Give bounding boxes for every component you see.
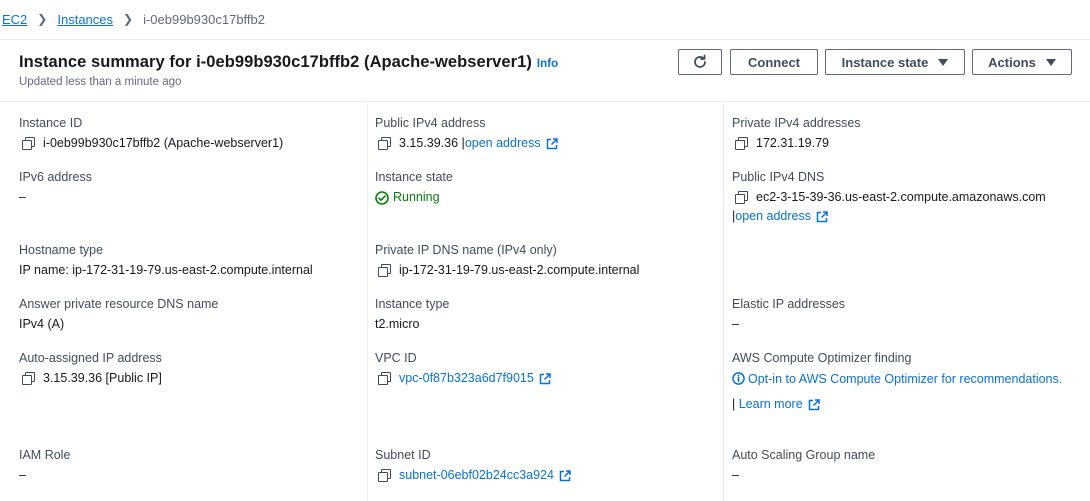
- field-public-dns: Public IPv4 DNS ec2-3-15-39-36.us-east-2…: [732, 169, 1082, 225]
- caret-down-icon: [1045, 58, 1056, 66]
- field-label: Instance state: [375, 170, 453, 184]
- external-link-icon[interactable]: [559, 469, 571, 482]
- field-label: Private IP DNS name (IPv4 only): [375, 243, 557, 257]
- asg-value: –: [732, 468, 739, 482]
- chevron-right-icon: ❯: [37, 12, 48, 26]
- connect-button[interactable]: Connect: [730, 49, 818, 75]
- open-address-link[interactable]: open address: [465, 135, 541, 152]
- refresh-icon: [694, 54, 706, 68]
- breadcrumb-ec2[interactable]: EC2: [2, 12, 27, 27]
- elastic-ip-value: –: [732, 317, 739, 331]
- copy-icon[interactable]: [735, 191, 748, 204]
- answer-dns-value: IPv4 (A): [19, 317, 65, 331]
- public-dns-value: ec2-3-15-39-36.us-east-2.compute.amazona…: [756, 190, 1046, 204]
- copy-icon[interactable]: [378, 469, 391, 482]
- compute-optimizer-link[interactable]: Opt-in to AWS Compute Optimizer for reco…: [748, 372, 1062, 386]
- field-private-ipv4: Private IPv4 addresses 172.31.19.79: [732, 115, 861, 152]
- copy-icon[interactable]: [22, 372, 35, 385]
- title-text: Instance summary for i-0eb99b930c17bffb2…: [19, 53, 532, 71]
- instance-state-label: Instance state: [841, 54, 929, 70]
- copy-icon[interactable]: [378, 137, 391, 150]
- learn-more-link[interactable]: Learn more: [739, 396, 803, 413]
- field-label: Instance ID: [19, 116, 83, 130]
- instance-type-value: t2.micro: [375, 317, 420, 331]
- details-grid: Instance ID i-0eb99b930c17bffb2 (Apache-…: [0, 103, 1090, 501]
- copy-icon[interactable]: [378, 264, 391, 277]
- field-label: Private IPv4 addresses: [732, 116, 861, 130]
- field-label: Auto Scaling Group name: [732, 448, 876, 462]
- refresh-button[interactable]: [678, 49, 722, 75]
- field-instance-state: Instance state Running: [375, 169, 453, 206]
- instance-id-value: i-0eb99b930c17bffb2 (Apache-webserver1): [43, 136, 284, 150]
- auto-ip-value: 3.15.39.36 [Public IP]: [43, 371, 162, 385]
- field-vpc-id: VPC ID vpc-0f87b323a6d7f9015: [375, 350, 551, 387]
- external-link-icon[interactable]: [539, 372, 551, 385]
- chevron-right-icon: ❯: [123, 12, 134, 26]
- field-label: Elastic IP addresses: [732, 297, 846, 311]
- breadcrumb: EC2 ❯ Instances ❯ i-0eb99b930c17bffb2: [0, 0, 1090, 38]
- private-ipv4-value: 172.31.19.79: [756, 136, 829, 150]
- field-private-dns: Private IP DNS name (IPv4 only) ip-172-3…: [375, 242, 639, 279]
- external-link-icon[interactable]: [546, 137, 558, 150]
- vpc-id-link[interactable]: vpc-0f87b323a6d7f9015: [399, 370, 534, 387]
- copy-icon[interactable]: [22, 137, 35, 150]
- field-auto-ip: Auto-assigned IP address 3.15.39.36 [Pub…: [19, 350, 162, 387]
- field-label: Public IPv4 address: [375, 116, 486, 130]
- instance-state-value: Running: [393, 190, 440, 204]
- field-compute-optimizer: AWS Compute Optimizer finding Opt-in to …: [732, 350, 1077, 413]
- external-link-icon[interactable]: [808, 398, 820, 411]
- page-title: Instance summary for i-0eb99b930c17bffb2…: [19, 53, 558, 72]
- private-dns-value: ip-172-31-19-79.us-east-2.compute.intern…: [399, 263, 640, 277]
- instance-state-button[interactable]: Instance state: [825, 49, 965, 75]
- field-instance-type: Instance type t2.micro: [375, 296, 449, 333]
- field-label: Hostname type: [19, 243, 104, 257]
- iam-role-value: –: [19, 468, 26, 482]
- info-link[interactable]: Info: [537, 58, 558, 70]
- field-label: Subnet ID: [375, 448, 431, 462]
- ipv6-value: –: [19, 190, 26, 204]
- external-link-icon[interactable]: [816, 210, 828, 223]
- field-ipv6: IPv6 address –: [19, 169, 92, 206]
- column-divider: [723, 103, 724, 501]
- field-iam-role: IAM Role –: [19, 447, 70, 484]
- check-circle-icon: [375, 190, 389, 205]
- field-instance-id: Instance ID i-0eb99b930c17bffb2 (Apache-…: [19, 115, 283, 152]
- field-label: VPC ID: [375, 351, 417, 365]
- summary-header: Instance summary for i-0eb99b930c17bffb2…: [0, 40, 1090, 102]
- actions-button[interactable]: Actions: [972, 49, 1072, 75]
- field-public-ipv4: Public IPv4 address 3.15.39.36 | open add…: [375, 115, 558, 152]
- field-elastic-ip: Elastic IP addresses –: [732, 296, 845, 333]
- instance-summary-panel: Instance summary for i-0eb99b930c17bffb2…: [0, 39, 1090, 501]
- field-label: IAM Role: [19, 448, 71, 462]
- field-hostname-type: Hostname type IP name: ip-172-31-19-79.u…: [19, 242, 313, 279]
- info-circle-icon: [732, 372, 745, 385]
- column-divider: [367, 103, 368, 501]
- breadcrumb-current: i-0eb99b930c17bffb2: [143, 11, 266, 27]
- field-subnet-id: Subnet ID subnet-06ebf02b24cc3a924: [375, 447, 571, 484]
- updated-text: Updated less than a minute ago: [19, 76, 182, 88]
- hostname-type-value: IP name: ip-172-31-19-79.us-east-2.compu…: [19, 263, 313, 277]
- caret-down-icon: [938, 58, 949, 66]
- actions-label: Actions: [988, 54, 1036, 70]
- field-auto-scaling-group: Auto Scaling Group name –: [732, 447, 875, 484]
- subnet-id-link[interactable]: subnet-06ebf02b24cc3a924: [399, 467, 554, 484]
- field-label: Public IPv4 DNS: [732, 170, 825, 184]
- connect-label: Connect: [748, 54, 800, 70]
- open-address-link[interactable]: open address: [735, 208, 811, 225]
- field-label: Auto-assigned IP address: [19, 351, 162, 365]
- copy-icon[interactable]: [735, 137, 748, 150]
- field-label: Instance type: [375, 297, 450, 311]
- copy-icon[interactable]: [378, 372, 391, 385]
- public-ipv4-value: 3.15.39.36 |: [399, 136, 465, 150]
- field-label: AWS Compute Optimizer finding: [732, 351, 912, 365]
- field-label: IPv6 address: [19, 170, 92, 184]
- field-label: Answer private resource DNS name: [19, 297, 219, 311]
- field-answer-dns: Answer private resource DNS name IPv4 (A…: [19, 296, 218, 333]
- breadcrumb-instances[interactable]: Instances: [57, 12, 113, 27]
